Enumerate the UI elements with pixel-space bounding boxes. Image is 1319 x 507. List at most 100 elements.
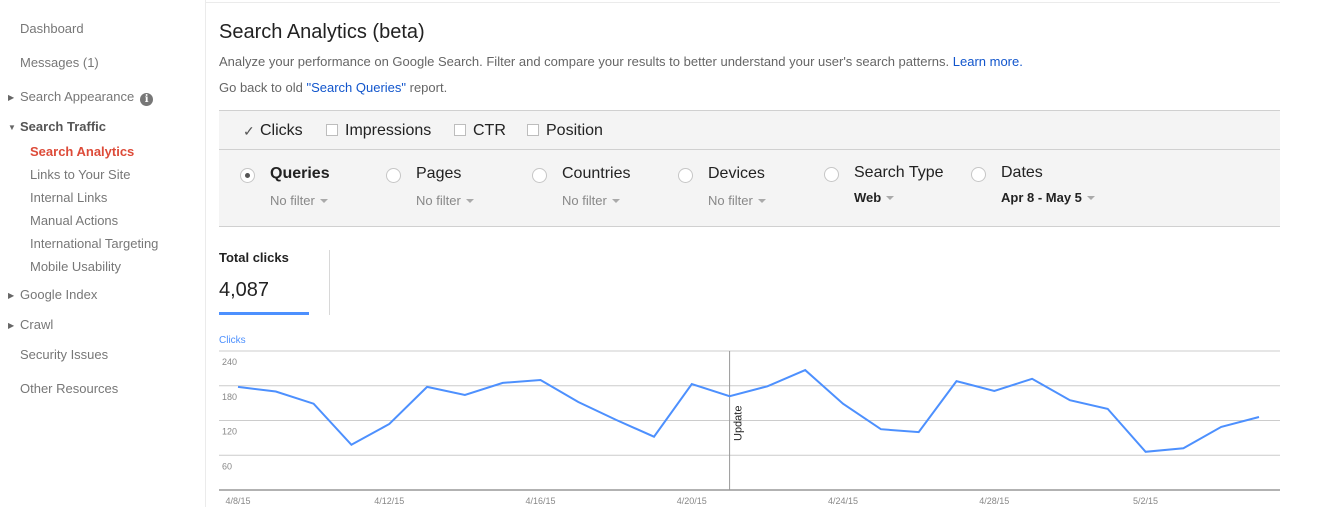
data-point[interactable] xyxy=(537,376,545,384)
data-point[interactable] xyxy=(763,382,771,390)
page-description: Analyze your performance on Google Searc… xyxy=(219,54,1023,69)
countries-filter-dropdown[interactable]: No filter xyxy=(562,193,620,208)
total-clicks-card[interactable]: Total clicks 4,087 xyxy=(219,250,309,315)
data-point[interactable] xyxy=(1142,448,1150,456)
data-point[interactable] xyxy=(1104,405,1112,413)
x-tick-label: 4/12/15 xyxy=(374,496,404,506)
chart-series-label: Clicks xyxy=(219,335,246,346)
data-point[interactable] xyxy=(877,425,885,433)
group-label: Dates xyxy=(1001,164,1043,181)
checkbox-icon xyxy=(527,124,539,136)
data-point[interactable] xyxy=(990,387,998,395)
chevron-down-icon xyxy=(611,199,620,203)
old-report-note: Go back to old "Search Queries" report. xyxy=(219,80,447,95)
sidebar-item-crawl[interactable]: ▶ Crawl xyxy=(8,317,53,332)
data-point[interactable] xyxy=(310,400,318,408)
dates-filter-dropdown[interactable]: Apr 8 - May 5 xyxy=(1001,190,1095,205)
x-tick-label: 4/24/15 xyxy=(828,496,858,506)
learn-more-link[interactable]: Learn more. xyxy=(953,54,1023,69)
data-point[interactable] xyxy=(1028,375,1036,383)
sidebar-item-label: Search Traffic xyxy=(20,119,106,134)
radio-selected[interactable] xyxy=(240,168,255,183)
data-point[interactable] xyxy=(234,383,242,391)
data-point[interactable] xyxy=(461,391,469,399)
metric-position-checkbox[interactable]: Position xyxy=(527,122,603,140)
x-tick-label: 4/16/15 xyxy=(526,496,556,506)
data-point[interactable] xyxy=(1179,444,1187,452)
y-tick-label: 180 xyxy=(222,392,237,402)
sidebar-item-label: Crawl xyxy=(20,317,54,332)
data-point[interactable] xyxy=(1066,396,1074,404)
metric-ctr-checkbox[interactable]: CTR xyxy=(454,122,506,140)
metric-label: Clicks xyxy=(260,122,303,139)
sidebar-item-links-to-your-site[interactable]: Links to Your Site xyxy=(30,167,130,182)
radio-unselected[interactable] xyxy=(532,168,547,183)
radio-unselected[interactable] xyxy=(971,167,986,182)
totals-divider xyxy=(329,250,330,315)
data-point[interactable] xyxy=(1255,413,1263,421)
group-label: Search Type xyxy=(854,164,944,181)
total-clicks-value: 4,087 xyxy=(219,279,270,301)
top-divider xyxy=(206,2,1280,3)
group-label: Queries xyxy=(270,165,330,182)
data-point[interactable] xyxy=(801,366,809,374)
expand-arrow-icon: ▶ xyxy=(8,291,15,300)
total-clicks-label: Total clicks xyxy=(219,250,289,265)
sidebar-item-search-analytics[interactable]: Search Analytics xyxy=(30,144,134,159)
page-title: Search Analytics (beta) xyxy=(219,21,425,43)
radio-unselected[interactable] xyxy=(824,167,839,182)
radio-unselected[interactable] xyxy=(386,168,401,183)
data-point[interactable] xyxy=(952,377,960,385)
metric-impressions-checkbox[interactable]: Impressions xyxy=(326,122,431,140)
sidebar-item-search-traffic[interactable]: ▼ Search Traffic xyxy=(8,119,106,134)
devices-filter-dropdown[interactable]: No filter xyxy=(708,193,766,208)
filter-value: No filter xyxy=(708,193,753,208)
metric-clicks-checkbox[interactable]: ✓ Clicks xyxy=(243,122,303,140)
y-tick-label: 60 xyxy=(222,461,232,471)
data-point[interactable] xyxy=(574,398,582,406)
sidebar-nav: Dashboard Messages (1) ▶ Search Appearanc… xyxy=(0,0,206,507)
filter-value: No filter xyxy=(270,193,315,208)
sidebar-item-internal-links[interactable]: Internal Links xyxy=(30,190,107,205)
info-icon[interactable]: i xyxy=(140,93,154,106)
data-point[interactable] xyxy=(423,383,431,391)
chevron-down-icon xyxy=(465,199,474,203)
data-point[interactable] xyxy=(499,379,507,387)
sidebar-item-other-resources[interactable]: Other Resources xyxy=(20,381,118,396)
data-point[interactable] xyxy=(726,392,734,400)
filter-value: Web xyxy=(854,190,882,205)
data-point[interactable] xyxy=(385,420,393,428)
queries-filter-dropdown[interactable]: No filter xyxy=(270,193,328,208)
sidebar-item-dashboard[interactable]: Dashboard xyxy=(20,21,84,36)
old-report-prefix: Go back to old xyxy=(219,80,307,95)
sidebar-item-search-appearance[interactable]: ▶ Search Appearance i xyxy=(8,89,154,106)
sidebar-item-mobile-usability[interactable]: Mobile Usability xyxy=(30,259,121,274)
sidebar-item-security-issues[interactable]: Security Issues xyxy=(20,347,108,362)
chevron-down-icon xyxy=(1086,196,1095,200)
data-point[interactable] xyxy=(612,416,620,424)
sidebar-item-label: Search Appearance xyxy=(20,89,135,104)
chevron-down-icon xyxy=(757,199,766,203)
sidebar-item-messages[interactable]: Messages (1) xyxy=(20,55,99,70)
data-point[interactable] xyxy=(915,428,923,436)
chevron-down-icon xyxy=(886,196,895,200)
sidebar-item-manual-actions[interactable]: Manual Actions xyxy=(30,213,118,228)
search-queries-link[interactable]: "Search Queries" xyxy=(306,80,406,95)
metrics-bar: ✓ Clicks Impressions CTR Position xyxy=(219,110,1280,150)
data-point[interactable] xyxy=(1217,423,1225,431)
data-point[interactable] xyxy=(272,388,280,396)
sidebar-item-international-targeting[interactable]: International Targeting xyxy=(30,236,158,251)
data-point[interactable] xyxy=(839,400,847,408)
data-point[interactable] xyxy=(688,380,696,388)
search-type-filter-dropdown[interactable]: Web xyxy=(854,190,895,205)
data-point[interactable] xyxy=(650,433,658,441)
data-point[interactable] xyxy=(347,441,355,449)
filter-value: Apr 8 - May 5 xyxy=(1001,190,1082,205)
filter-value: No filter xyxy=(416,193,461,208)
checkmark-icon: ✓ xyxy=(243,123,255,139)
metric-label: Impressions xyxy=(345,122,432,139)
sidebar-item-google-index[interactable]: ▶ Google Index xyxy=(8,287,97,302)
y-tick-label: 240 xyxy=(222,357,237,367)
pages-filter-dropdown[interactable]: No filter xyxy=(416,193,474,208)
radio-unselected[interactable] xyxy=(678,168,693,183)
